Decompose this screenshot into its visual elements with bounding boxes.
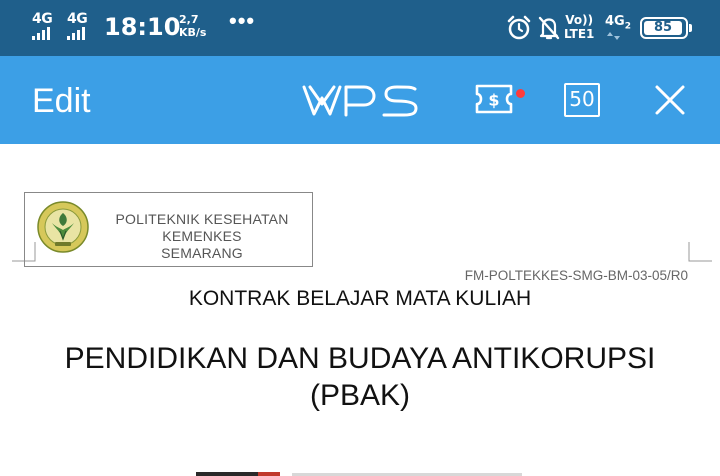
institution-emblem-icon <box>37 201 89 253</box>
institution-line: SEMARANG <box>161 245 243 261</box>
signal-bars-icon <box>67 27 85 40</box>
lte-label: LTE1 <box>564 27 595 41</box>
institution-line: POLITEKNIK KESEHATAN <box>115 211 289 227</box>
document-title: KONTRAK BELAJAR MATA KULIAH <box>188 287 532 310</box>
sim2-signal: 4G <box>67 11 88 40</box>
mobile-data-indicator: 4G2 <box>605 14 631 40</box>
svg-text:$: $ <box>488 91 499 110</box>
ticket-dollar-icon[interactable]: $ <box>474 82 514 116</box>
app-toolbar: Edit $ 50 <box>0 56 720 144</box>
wps-logo <box>302 85 418 117</box>
institution-header-box: POLITEKNIK KESEHATAN KEMENKES SEMARANG <box>24 192 313 267</box>
notification-dot <box>516 89 525 98</box>
signal-bars-icon <box>32 27 50 40</box>
count-badge-button[interactable]: 50 <box>564 83 600 117</box>
volte-indicator: Vo)) LTE1 <box>564 13 594 41</box>
sim1-signal: 4G <box>32 11 53 40</box>
clock: 18:10 <box>104 13 181 41</box>
alarm-clock-icon <box>507 15 531 40</box>
battery-level: 85 <box>644 21 682 35</box>
sim1-network-type: 4G <box>32 11 53 27</box>
institution-line: KEMENKES <box>162 228 242 244</box>
edit-button[interactable]: Edit <box>32 82 91 121</box>
network-speed-unit: KB/s <box>179 26 207 39</box>
course-title: PENDIDIKAN DAN BUDAYA ANTIKORUPSI (PBAK) <box>0 340 720 414</box>
data-arrows-icon <box>607 32 620 40</box>
volte-label: Vo)) <box>565 13 594 27</box>
status-bar: 4G 4G 18:10 2,7 KB/s ••• Vo)) LTE1 4G2 8… <box>0 0 720 56</box>
network-speed: 2,7 KB/s <box>179 13 206 39</box>
institution-name: POLITEKNIK KESEHATAN KEMENKES SEMARANG <box>97 211 307 262</box>
mobile-data-sim: 2 <box>624 21 631 32</box>
close-icon[interactable] <box>654 84 686 116</box>
document-page: POLITEKNIK KESEHATAN KEMENKES SEMARANG F… <box>0 144 720 476</box>
more-notifications-icon: ••• <box>229 8 256 33</box>
course-title-line: PENDIDIKAN DAN BUDAYA ANTIKORUPSI <box>64 342 656 375</box>
mobile-data-type: 4G <box>605 14 625 29</box>
course-title-line: (PBAK) <box>309 379 411 412</box>
sim2-network-type: 4G <box>67 11 88 27</box>
page-margin-marker <box>688 242 712 262</box>
battery-icon: 85 <box>640 17 692 39</box>
form-code: FM-POLTEKKES-SMG-BM-03-05/R0 <box>464 268 688 283</box>
network-speed-value: 2,7 <box>179 13 199 26</box>
notifications-muted-icon <box>538 16 560 40</box>
partially-visible-graphic <box>196 472 522 476</box>
